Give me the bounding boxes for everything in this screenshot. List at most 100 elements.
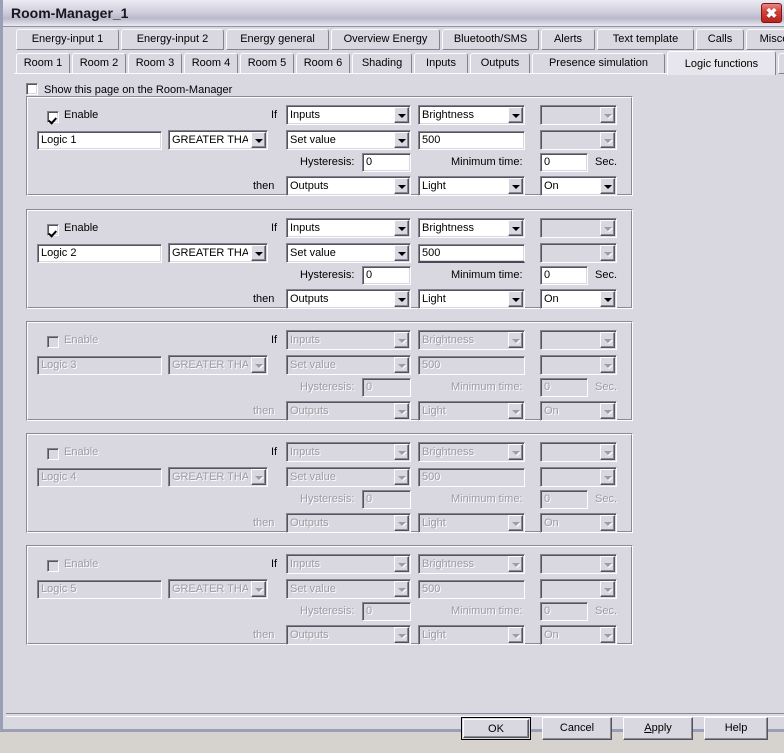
enable-label: Enable <box>64 109 99 121</box>
tab-room-3[interactable]: Room 3 <box>128 53 182 74</box>
chevron-down-icon <box>508 515 523 531</box>
chevron-down-icon <box>508 332 523 348</box>
cancel-button[interactable]: Cancel <box>542 717 612 740</box>
enable-checkbox[interactable] <box>47 448 59 460</box>
minimum-time-input[interactable]: 0 <box>540 153 588 172</box>
show-page-checkbox[interactable] <box>26 83 38 95</box>
chevron-down-icon[interactable] <box>394 220 409 236</box>
tab-shading[interactable]: Shading <box>352 53 412 74</box>
logic-name-input[interactable]: Logic 1 <box>37 131 162 150</box>
then-state-combo[interactable]: On <box>540 176 617 196</box>
operator-combo[interactable]: GREATER THAN <box>168 243 268 263</box>
chevron-down-icon <box>394 357 409 373</box>
then-target-combo[interactable]: Outputs <box>286 176 411 196</box>
logic-name-input: Logic 3 <box>37 356 162 375</box>
if-source-combo[interactable]: Inputs <box>286 218 411 238</box>
chevron-down-icon[interactable] <box>394 291 409 307</box>
operator-combo[interactable]: GREATER THAN <box>168 130 268 150</box>
compare-mode-combo-value: Set value <box>290 359 336 371</box>
chevron-down-icon[interactable] <box>508 178 523 194</box>
tab-presence-simulation[interactable]: Presence simulation <box>532 53 665 74</box>
compare-mode-combo: Set value <box>286 579 411 599</box>
if-source-combo[interactable]: Inputs <box>286 105 411 125</box>
operator-combo: GREATER THAN <box>168 579 268 599</box>
then-channel-combo-value: Light <box>422 293 446 305</box>
chevron-down-icon[interactable] <box>394 107 409 123</box>
close-icon[interactable]: ✖ <box>761 3 782 23</box>
then-target-combo[interactable]: Outputs <box>286 289 411 309</box>
tab-energy-input-1[interactable]: Energy-input 1 <box>16 29 119 50</box>
tab-scenes[interactable]: Scenes <box>778 53 784 74</box>
then-target-combo-value: Outputs <box>290 180 329 192</box>
then-target-combo-value: Outputs <box>290 629 329 641</box>
hysteresis-input[interactable]: 0 <box>362 153 411 172</box>
tab-inputs[interactable]: Inputs <box>414 53 468 74</box>
chevron-down-icon[interactable] <box>251 132 266 148</box>
help-button[interactable]: Help <box>704 717 768 740</box>
chevron-down-icon[interactable] <box>600 291 615 307</box>
hysteresis-input[interactable]: 0 <box>362 266 411 285</box>
tab-outputs[interactable]: Outputs <box>470 53 530 74</box>
tab-label: Bluetooth/SMS <box>453 33 528 45</box>
chevron-down-icon[interactable] <box>508 291 523 307</box>
chevron-down-icon <box>600 556 615 572</box>
chevron-down-icon[interactable] <box>394 178 409 194</box>
enable-checkbox[interactable] <box>47 336 59 348</box>
chevron-down-icon[interactable] <box>394 245 409 261</box>
tab-miscellaneous[interactable]: Miscellaneous <box>746 29 784 50</box>
logic-name-input[interactable]: Logic 2 <box>37 244 162 263</box>
if-channel-combo: Brightness <box>418 442 525 462</box>
if-channel-combo[interactable]: Brightness <box>418 105 525 125</box>
tab-label: Alerts <box>553 33 583 45</box>
dialog-window: Room-Manager_1 ✖ Energy-input 1 Energy-in… <box>0 0 784 740</box>
operator-combo-value: GREATER THAN <box>172 471 248 483</box>
operator-combo-value: GREATER THAN <box>172 359 248 371</box>
then-channel-combo[interactable]: Light <box>418 176 525 196</box>
operator-combo-value: GREATER THAN <box>172 583 248 595</box>
if-channel-combo-value: Brightness <box>422 222 474 234</box>
chevron-down-icon <box>600 245 615 261</box>
then-label: then <box>253 517 275 529</box>
then-channel-combo[interactable]: Light <box>418 289 525 309</box>
tab-text-template[interactable]: Text template <box>597 29 694 50</box>
tab-room-2[interactable]: Room 2 <box>72 53 126 74</box>
logic-block-3: Enable If Inputs Brightness Logic 3 GREATER T… <box>26 321 633 421</box>
logic-block-4: Enable If Inputs Brightness Logic 4 GREATER T… <box>26 433 633 533</box>
tab-label: Outputs <box>480 57 520 69</box>
tab-overview-energy[interactable]: Overview Energy <box>331 29 440 50</box>
tab-bluetooth-sms[interactable]: Bluetooth/SMS <box>442 29 539 50</box>
tab-room-5[interactable]: Room 5 <box>240 53 294 74</box>
chevron-down-icon[interactable] <box>600 178 615 194</box>
tab-energy-general[interactable]: Energy general <box>226 29 329 50</box>
tab-room-4[interactable]: Room 4 <box>184 53 238 74</box>
compare-value-input[interactable]: 500 <box>418 131 525 150</box>
chevron-down-icon[interactable] <box>394 132 409 148</box>
compare-mode-combo-value: Set value <box>290 134 336 146</box>
if-channel-combo[interactable]: Brightness <box>418 218 525 238</box>
then-state-combo: On <box>540 513 617 533</box>
if-extra-combo <box>540 218 617 238</box>
enable-checkbox[interactable] <box>47 224 59 236</box>
enable-checkbox[interactable] <box>47 111 59 123</box>
chevron-down-icon[interactable] <box>251 245 266 261</box>
chevron-down-icon <box>508 403 523 419</box>
chevron-down-icon[interactable] <box>508 220 523 236</box>
ok-button[interactable]: OK <box>461 717 531 740</box>
tab-room-6[interactable]: Room 6 <box>296 53 350 74</box>
minimum-time-input: 0 <box>540 490 588 509</box>
compare-mode-combo[interactable]: Set value <box>286 130 411 150</box>
minimum-time-input[interactable]: 0 <box>540 266 588 285</box>
tab-room-1[interactable]: Room 1 <box>16 53 70 74</box>
tab-label: Energy-input 1 <box>31 33 104 45</box>
tab-calls[interactable]: Calls <box>696 29 744 50</box>
apply-button[interactable]: Apply <box>623 717 693 740</box>
then-state-combo[interactable]: On <box>540 289 617 309</box>
compare-value-input[interactable]: 500 <box>418 244 525 263</box>
compare-mode-combo[interactable]: Set value <box>286 243 411 263</box>
tab-logic-functions[interactable]: Logic functions <box>667 51 776 75</box>
chevron-down-icon[interactable] <box>508 107 523 123</box>
tab-alerts[interactable]: Alerts <box>541 29 595 50</box>
tab-energy-input-2[interactable]: Energy-input 2 <box>121 29 224 50</box>
enable-checkbox[interactable] <box>47 560 59 572</box>
then-label: then <box>253 293 275 305</box>
